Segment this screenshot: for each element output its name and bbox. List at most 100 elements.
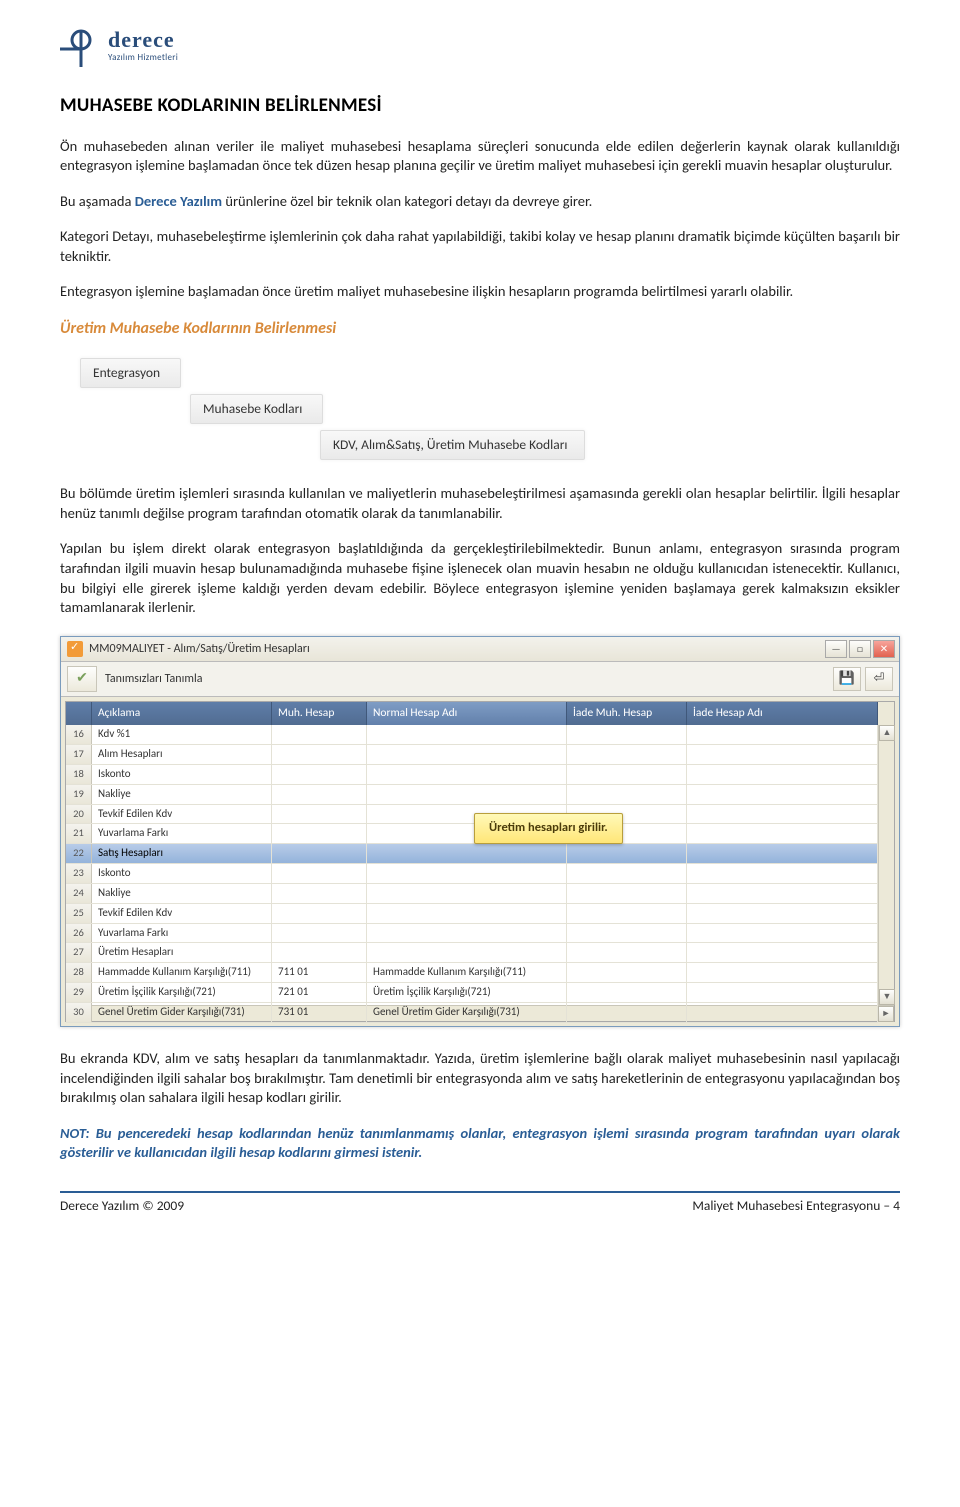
cell-aciklama[interactable]: Nakliye	[92, 785, 272, 804]
cell-iade-muh-hesap[interactable]	[567, 884, 687, 903]
minimize-button[interactable]: —	[825, 640, 847, 658]
cell-aciklama[interactable]: Iskonto	[92, 864, 272, 883]
cell-muh-hesap[interactable]	[272, 785, 367, 804]
cell-aciklama[interactable]: Hammadde Kullanım Karşılığı(711)	[92, 963, 272, 982]
cell-aciklama[interactable]: Satış Hesapları	[92, 844, 272, 863]
cell-muh-hesap[interactable]	[272, 943, 367, 962]
cell-iade-muh-hesap[interactable]	[567, 745, 687, 764]
cell-iade-hesap-adi[interactable]	[687, 924, 878, 943]
cell-aciklama[interactable]: Yuvarlama Farkı	[92, 824, 272, 843]
cell-muh-hesap[interactable]	[272, 745, 367, 764]
cell-aciklama[interactable]: Üretim İşçilik Karşılığı(721)	[92, 983, 272, 1002]
cell-iade-hesap-adi[interactable]	[687, 824, 878, 843]
cell-muh-hesap[interactable]	[272, 924, 367, 943]
table-row[interactable]: 20Tevkif Edilen Kdv	[66, 805, 878, 825]
cell-iade-hesap-adi[interactable]	[687, 983, 878, 1002]
scroll-up-icon[interactable]: ▲	[879, 725, 895, 741]
table-row[interactable]: 18Iskonto	[66, 765, 878, 785]
table-row[interactable]: 28Hammadde Kullanım Karşılığı(711)711 01…	[66, 963, 878, 983]
cell-normal-hesap-adi[interactable]: Hammadde Kullanım Karşılığı(711)	[367, 963, 567, 982]
maximize-button[interactable]: □	[849, 640, 871, 658]
cell-aciklama[interactable]: Kdv %1	[92, 725, 272, 744]
cell-iade-muh-hesap[interactable]	[567, 864, 687, 883]
cell-iade-hesap-adi[interactable]	[687, 765, 878, 784]
cell-iade-muh-hesap[interactable]	[567, 844, 687, 863]
column-header[interactable]: Açıklama	[92, 702, 272, 726]
cell-iade-muh-hesap[interactable]	[567, 785, 687, 804]
cell-muh-hesap[interactable]: 721 01	[272, 983, 367, 1002]
cell-iade-hesap-adi[interactable]	[687, 884, 878, 903]
scroll-right-icon[interactable]: ►	[878, 1006, 894, 1022]
cell-muh-hesap[interactable]	[272, 824, 367, 843]
close-button[interactable]: ✕	[873, 640, 895, 658]
cell-muh-hesap[interactable]	[272, 884, 367, 903]
scroll-down-icon[interactable]: ▼	[879, 989, 895, 1005]
cell-iade-hesap-adi[interactable]	[687, 904, 878, 923]
cell-normal-hesap-adi[interactable]	[367, 844, 567, 863]
cell-iade-hesap-adi[interactable]	[687, 725, 878, 744]
cell-iade-hesap-adi[interactable]	[687, 864, 878, 883]
cell-aciklama[interactable]: Tevkif Edilen Kdv	[92, 904, 272, 923]
table-row[interactable]: 24Nakliye	[66, 884, 878, 904]
cell-normal-hesap-adi[interactable]	[367, 924, 567, 943]
cell-normal-hesap-adi[interactable]	[367, 884, 567, 903]
cell-iade-hesap-adi[interactable]	[687, 963, 878, 982]
cell-iade-hesap-adi[interactable]	[687, 745, 878, 764]
vertical-scrollbar[interactable]: ▲ ▼	[878, 725, 894, 1005]
cell-normal-hesap-adi[interactable]: Üretim İşçilik Karşılığı(721)	[367, 983, 567, 1002]
table-row[interactable]: 21Yuvarlama Farkı	[66, 824, 878, 844]
cell-aciklama[interactable]: Tevkif Edilen Kdv	[92, 805, 272, 824]
table-row[interactable]: 29Üretim İşçilik Karşılığı(721)721 01Üre…	[66, 983, 878, 1003]
cell-normal-hesap-adi[interactable]	[367, 745, 567, 764]
cell-aciklama[interactable]: Üretim Hesapları	[92, 943, 272, 962]
table-row[interactable]: 19Nakliye	[66, 785, 878, 805]
table-row[interactable]: 25Tevkif Edilen Kdv	[66, 904, 878, 924]
horizontal-scrollbar[interactable]: ◄ ►	[66, 1005, 894, 1021]
cell-muh-hesap[interactable]	[272, 765, 367, 784]
cell-iade-hesap-adi[interactable]	[687, 805, 878, 824]
cell-iade-muh-hesap[interactable]	[567, 943, 687, 962]
cell-iade-muh-hesap[interactable]	[567, 963, 687, 982]
cell-normal-hesap-adi[interactable]	[367, 904, 567, 923]
column-header[interactable]: Muh. Hesap	[272, 702, 367, 726]
save-button[interactable]: 💾	[833, 667, 861, 691]
cell-muh-hesap[interactable]	[272, 844, 367, 863]
cell-aciklama[interactable]: Nakliye	[92, 884, 272, 903]
column-header[interactable]: Normal Hesap Adı	[367, 702, 567, 726]
cell-iade-hesap-adi[interactable]	[687, 844, 878, 863]
cell-muh-hesap[interactable]	[272, 725, 367, 744]
cell-aciklama[interactable]: Iskonto	[92, 765, 272, 784]
body-paragraph: Kategori Detayı, muhasebeleştirme işleml…	[60, 227, 900, 266]
cell-muh-hesap[interactable]: 711 01	[272, 963, 367, 982]
cell-normal-hesap-adi[interactable]	[367, 943, 567, 962]
define-icon[interactable]: ✔	[67, 666, 97, 692]
cell-muh-hesap[interactable]	[272, 805, 367, 824]
cell-iade-muh-hesap[interactable]	[567, 983, 687, 1002]
cell-normal-hesap-adi[interactable]	[367, 864, 567, 883]
cell-aciklama[interactable]: Yuvarlama Farkı	[92, 924, 272, 943]
cell-normal-hesap-adi[interactable]	[367, 725, 567, 744]
data-grid[interactable]: Açıklama Muh. Hesap Normal Hesap Adı İad…	[65, 701, 895, 1023]
cell-normal-hesap-adi[interactable]	[367, 785, 567, 804]
toolbar-label[interactable]: Tanımsızları Tanımla	[105, 671, 202, 687]
table-row[interactable]: 23Iskonto	[66, 864, 878, 884]
exit-button[interactable]: ⏎	[865, 667, 893, 691]
table-row[interactable]: 27Üretim Hesapları	[66, 943, 878, 963]
cell-aciklama[interactable]: Alım Hesapları	[92, 745, 272, 764]
table-row[interactable]: 26Yuvarlama Farkı	[66, 924, 878, 944]
cell-iade-muh-hesap[interactable]	[567, 924, 687, 943]
cell-iade-hesap-adi[interactable]	[687, 943, 878, 962]
table-row[interactable]: 16Kdv %1	[66, 725, 878, 745]
column-header[interactable]: İade Muh. Hesap	[567, 702, 687, 726]
table-row[interactable]: 17Alım Hesapları	[66, 745, 878, 765]
cell-iade-muh-hesap[interactable]	[567, 765, 687, 784]
cell-muh-hesap[interactable]	[272, 904, 367, 923]
cell-muh-hesap[interactable]	[272, 864, 367, 883]
cell-iade-muh-hesap[interactable]	[567, 904, 687, 923]
cell-normal-hesap-adi[interactable]	[367, 765, 567, 784]
row-number: 16	[66, 725, 92, 744]
table-row[interactable]: 22Satış Hesapları	[66, 844, 878, 864]
column-header[interactable]: İade Hesap Adı	[687, 702, 878, 726]
cell-iade-muh-hesap[interactable]	[567, 725, 687, 744]
cell-iade-hesap-adi[interactable]	[687, 785, 878, 804]
